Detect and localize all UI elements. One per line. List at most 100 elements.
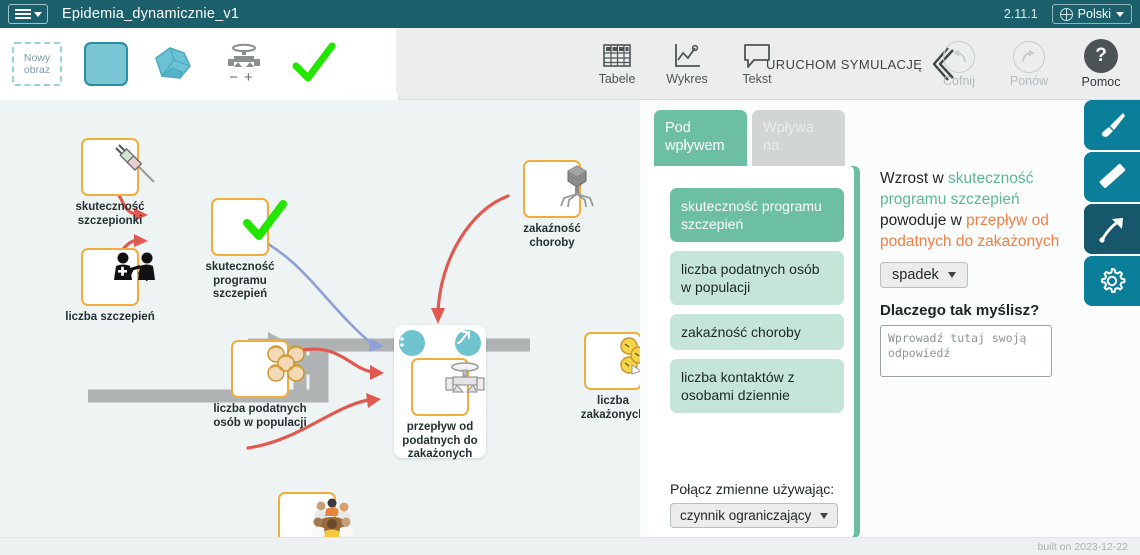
- node-label: liczba szczepień: [65, 311, 155, 323]
- variable-item-2[interactable]: zakaźność choroby: [670, 314, 844, 350]
- app-version: 2.11.1: [1003, 7, 1038, 21]
- document-title: Epidemia_dynamicznie_v1: [62, 6, 240, 22]
- redo-label: Ponów: [1009, 73, 1049, 88]
- variable-item-0[interactable]: skuteczność programu szczepień: [670, 188, 844, 242]
- paintbrush-tool-button[interactable]: [1084, 100, 1140, 150]
- relation-tabs: Pod wpływem Wpływa na: [654, 110, 845, 166]
- flow-card-graph-button[interactable]: [455, 330, 481, 356]
- chart-label: Wykres: [666, 72, 708, 86]
- titlebar-right-group: 2.11.1 Polski: [1004, 4, 1140, 24]
- vaccination-people-icon: [114, 252, 155, 282]
- undo-button[interactable]: Cofnij: [932, 40, 986, 88]
- ruler-icon: [1099, 163, 1126, 189]
- flow-valve-icon[interactable]: −+: [220, 42, 268, 86]
- history-and-help-group: Cofnij Ponów ? Pomoc: [932, 28, 1130, 100]
- why-label: Dlaczego tak myślisz?: [880, 302, 1040, 319]
- stock-square-icon[interactable]: [84, 42, 128, 86]
- node-label: liczba zakażonych: [580, 395, 640, 421]
- view-tools-group: Tabele Wykres Tekst: [590, 28, 784, 100]
- chart-button[interactable]: Wykres: [660, 42, 714, 86]
- variable-item-1[interactable]: liczba podatnych osób w populacji: [670, 251, 844, 305]
- statement-part2: powoduje w: [880, 212, 967, 229]
- insert-tools-group: Nowy obraz −+: [0, 28, 396, 100]
- node-icon-box[interactable]: [523, 160, 594, 218]
- valve-icon: [445, 362, 485, 393]
- flow-card-menu-button[interactable]: [399, 330, 425, 356]
- right-toolbar: [1084, 100, 1140, 308]
- language-selector[interactable]: Polski: [1051, 4, 1132, 24]
- redo-button[interactable]: Ponów: [1002, 40, 1056, 88]
- tab-wplywa-na[interactable]: Wpływa na: [752, 110, 845, 166]
- meeting-people-icon: [311, 498, 353, 540]
- virus-phage-icon: [560, 165, 594, 208]
- chevron-down-icon: [33, 11, 42, 17]
- node-icon-box[interactable]: [584, 332, 640, 390]
- new-image-label-line1: Nowy: [23, 52, 51, 64]
- hamburger-icon: [14, 9, 31, 19]
- green-check-icon: [243, 200, 287, 240]
- paintbrush-icon: [1101, 113, 1125, 137]
- green-check-icon[interactable]: [290, 42, 338, 86]
- model-canvas[interactable]: skutecznośćszczepionki liczba szczepień: [0, 100, 640, 555]
- statement-area: Wzrost w skuteczność programu szczepień …: [880, 168, 1080, 377]
- direction-value: spadek: [892, 267, 939, 283]
- chevron-down-icon: [1116, 11, 1124, 17]
- hamburger-menu-button[interactable]: [8, 4, 48, 24]
- undo-arrow-icon: [943, 40, 975, 73]
- node-label: przepływ od podatnych do zakażonych: [402, 421, 478, 460]
- chevron-down-icon: [947, 272, 956, 278]
- new-image-label-line2: obraz: [23, 64, 51, 76]
- globe-icon: [1059, 7, 1073, 21]
- variable-item-3[interactable]: liczba kontaktów z osobami dziennie: [670, 359, 844, 413]
- ruler-tool-button[interactable]: [1084, 152, 1140, 202]
- direction-select[interactable]: spadek: [880, 262, 968, 288]
- redo-arrow-icon: [1013, 40, 1045, 73]
- node-label: skuteczność szczepionki: [75, 201, 145, 227]
- settings-tool-button[interactable]: [1084, 256, 1140, 306]
- chart-icon: [675, 44, 700, 67]
- flow-node-card[interactable]: przepływ od podatnych do zakażonych: [394, 325, 486, 460]
- arrow-link-icon: [1099, 218, 1123, 243]
- application-window: Epidemia_dynamicznie_v1 2.11.1 Polski No…: [0, 0, 1140, 555]
- node-label: zakaźność choroby: [523, 223, 581, 249]
- question-mark-icon: ?: [1084, 39, 1118, 73]
- new-image-button[interactable]: Nowy obraz: [12, 42, 62, 86]
- node-icon-box[interactable]: [411, 358, 485, 416]
- node-label: skuteczność programu szczepień: [205, 261, 275, 300]
- title-bar: Epidemia_dynamicznie_v1 2.11.1 Polski: [0, 0, 1140, 28]
- undo-label: Cofnij: [943, 73, 975, 88]
- language-label: Polski: [1077, 7, 1111, 21]
- connect-variables-value: czynnik ograniczający: [680, 508, 812, 523]
- arrow-graph-icon: [457, 331, 470, 344]
- node-icon-box[interactable]: [81, 248, 155, 306]
- statement-part1: Wzrost w: [880, 170, 949, 187]
- build-date: built on 2023-12-22: [1037, 540, 1129, 553]
- infected-people-icon: [620, 337, 640, 375]
- node-icon-box[interactable]: [81, 138, 155, 196]
- cloud-icon[interactable]: [150, 42, 198, 86]
- chevron-down-icon: [820, 512, 829, 519]
- table-icon: [603, 44, 631, 67]
- node-icon-box[interactable]: [231, 340, 305, 398]
- flow-plus-minus-label: −+: [229, 69, 259, 86]
- relation-panel: Pod wpływem Wpływa na skuteczność programu…: [640, 100, 1140, 555]
- tab-pod-wplywem[interactable]: Pod wpływem: [654, 110, 747, 166]
- node-icon-box[interactable]: [211, 198, 287, 256]
- node-label: liczba podatnych osób w populacji: [213, 403, 307, 429]
- three-dots-icon: [400, 331, 404, 347]
- help-button[interactable]: ? Pomoc: [1072, 39, 1130, 89]
- why-textarea[interactable]: Wprowadź tutaj swoją odpowiedź: [880, 325, 1052, 377]
- gear-icon: [1101, 268, 1126, 293]
- run-simulation-button[interactable]: URUCHOM SYMULACJĘ: [766, 28, 955, 100]
- help-label: Pomoc: [1081, 75, 1121, 89]
- status-bar: built on 2023-12-22: [0, 537, 1140, 555]
- connect-variables-label: Połącz zmienne używając:: [670, 481, 835, 497]
- main-toolbar: Nowy obraz −+ Tabele Wykres Tekst URUCHO…: [0, 28, 1140, 100]
- variable-list-container: skuteczność programu szczepień liczba po…: [648, 166, 854, 538]
- tables-label: Tabele: [598, 72, 636, 86]
- connect-variables-select[interactable]: czynnik ograniczający: [670, 503, 839, 528]
- syringe-icon: [115, 144, 155, 183]
- link-tool-button[interactable]: [1084, 204, 1140, 254]
- tables-button[interactable]: Tabele: [590, 42, 644, 86]
- susceptible-people-icon: [267, 345, 305, 382]
